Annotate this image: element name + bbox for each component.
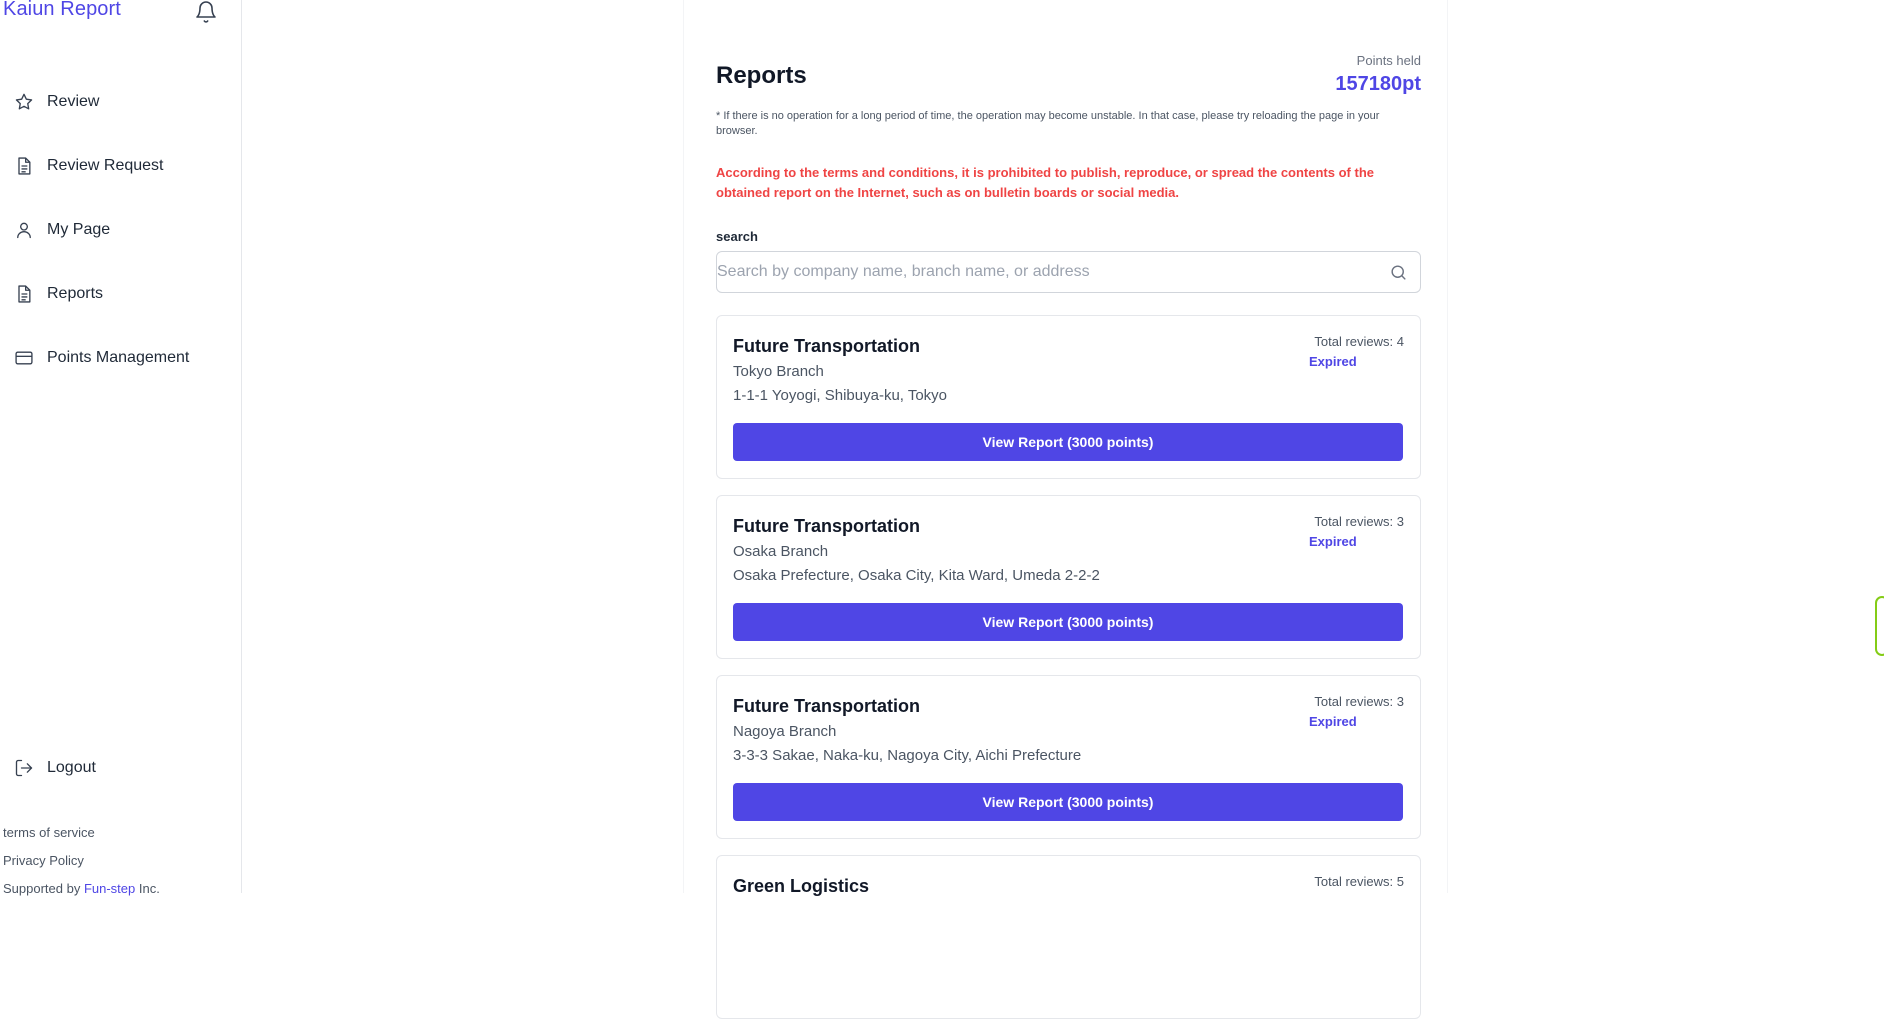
total-reviews: Total reviews: 4 (1314, 334, 1404, 349)
view-report-button[interactable]: View Report (3000 points) (733, 423, 1403, 461)
view-report-button[interactable]: View Report (3000 points) (733, 783, 1403, 821)
document-icon (18, 157, 31, 175)
credit-card-icon (15, 351, 33, 365)
sidebar-item-label: Reports (47, 285, 104, 302)
terms-warning: According to the terms and conditions, i… (716, 165, 1374, 200)
total-reviews: Total reviews: 3 (1314, 514, 1404, 529)
footer-links: terms of service Privacy Policy Supporte… (3, 825, 160, 909)
search-input[interactable] (717, 252, 1377, 292)
report-card: Green Logistics Total reviews: 5 (716, 855, 1421, 1019)
company-name: Green Logistics (733, 876, 870, 896)
logout-button[interactable]: Logout (0, 736, 241, 800)
sidebar-item-label: Review (47, 93, 100, 110)
logout-label: Logout (47, 759, 96, 776)
address: Osaka Prefecture, Osaka City, Kita Ward,… (733, 567, 1100, 584)
report-card: Future Transportation Nagoya Branch 3-3-… (716, 675, 1421, 839)
view-report-button[interactable]: View Report (3000 points) (733, 603, 1403, 641)
user-icon (17, 222, 31, 239)
status-badge: Expired (1309, 714, 1357, 729)
sidebar-item-label: Points Management (47, 349, 190, 366)
sidebar-item-review[interactable]: Review (0, 70, 241, 134)
points-value: 157180pt (1335, 73, 1421, 95)
branch-name: Nagoya Branch (733, 723, 837, 740)
sidebar-item-points-management[interactable]: Points Management (0, 326, 241, 390)
total-reviews: Total reviews: 5 (1314, 874, 1404, 889)
feedback-widget[interactable] (1875, 596, 1884, 656)
terms-link[interactable]: terms of service (3, 825, 160, 853)
document-icon (18, 285, 31, 303)
company-name: Future Transportation (733, 696, 921, 716)
sidebar-item-my-page[interactable]: My Page (0, 198, 241, 262)
total-reviews: Total reviews: 3 (1314, 694, 1404, 709)
sidebar-item-review-request[interactable]: Review Request (0, 134, 241, 198)
points-label: Points held (1356, 53, 1421, 68)
company-link[interactable]: Fun-step (84, 881, 135, 896)
main-panel: Reports Points held 157180pt * If there … (683, 0, 1448, 1019)
supported-by: Supported by Fun-step Inc. (3, 881, 160, 909)
address: 3-3-3 Sakae, Naka-ku, Nagoya City, Aichi… (733, 747, 1082, 764)
supported-suffix: Inc. (135, 881, 160, 896)
report-card: Future Transportation Osaka Branch Osaka… (716, 495, 1421, 659)
company-name: Future Transportation (733, 336, 921, 356)
privacy-link[interactable]: Privacy Policy (3, 853, 160, 881)
sidebar-item-label: My Page (47, 221, 111, 238)
branch-name: Osaka Branch (733, 543, 829, 560)
sidebar-item-reports[interactable]: Reports (0, 262, 241, 326)
sidebar-item-label: Review Request (47, 157, 164, 174)
star-icon (15, 93, 33, 110)
search-box (716, 251, 1421, 293)
sidebar: Kaiun Report Review Review Request My Pa… (0, 0, 242, 896)
brand-logo[interactable]: Kaiun Report (3, 0, 121, 21)
supported-prefix: Supported by (3, 881, 84, 896)
bell-icon[interactable] (194, 0, 218, 24)
stability-note: * If there is no operation for a long pe… (716, 110, 1380, 137)
page-title: Reports (716, 62, 807, 89)
sidebar-nav: Review Review Request My Page Reports Po… (0, 70, 241, 390)
search-label: search (716, 229, 758, 244)
logout-icon (15, 759, 33, 777)
branch-name: Tokyo Branch (733, 363, 824, 380)
address: 1-1-1 Yoyogi, Shibuya-ku, Tokyo (733, 387, 948, 404)
status-badge: Expired (1309, 534, 1357, 549)
logout-section: Logout (0, 736, 241, 800)
company-name: Future Transportation (733, 516, 921, 536)
status-badge: Expired (1309, 354, 1357, 369)
report-card: Future Transportation Tokyo Branch 1-1-1… (716, 315, 1421, 479)
search-icon[interactable] (1389, 263, 1408, 282)
